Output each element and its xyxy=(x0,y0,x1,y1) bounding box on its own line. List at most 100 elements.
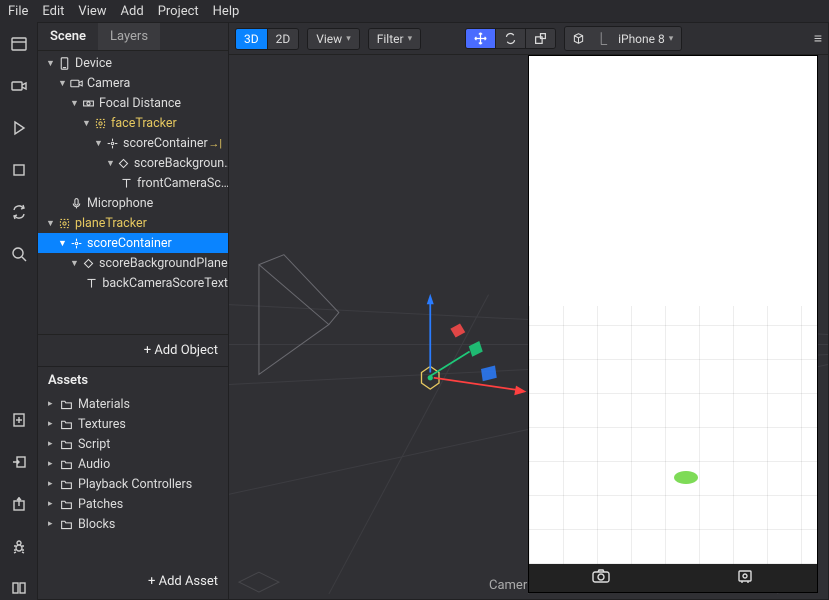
expand-toggle[interactable]: ▼ xyxy=(46,218,55,229)
export-icon[interactable] xyxy=(11,496,27,516)
filter-dropdown[interactable]: Filter ▾ xyxy=(369,29,420,49)
tree-label: scoreContainer xyxy=(87,236,172,251)
layout-icon[interactable] xyxy=(11,36,27,56)
tree-label: Microphone xyxy=(87,196,153,211)
assets-panel: Assets ▸Materials▸Textures▸Script▸Audio▸… xyxy=(38,366,228,599)
add-file-icon[interactable] xyxy=(11,412,27,432)
tree-row[interactable]: ▼Camera xyxy=(38,73,228,93)
asset-label: Materials xyxy=(78,397,130,412)
menu-item[interactable]: Help xyxy=(213,4,240,19)
tree-row[interactable]: ▼scoreBackgroun… xyxy=(38,153,228,173)
asset-row[interactable]: ▸Playback Controllers xyxy=(38,474,228,494)
expand-toggle[interactable]: ▼ xyxy=(46,58,55,69)
tree-row[interactable]: ▼ faceTracker xyxy=(38,113,228,133)
scale-tool-button[interactable] xyxy=(526,29,555,48)
tree-row[interactable]: backCameraScoreText xyxy=(38,273,228,293)
tree-label: backCameraScoreText xyxy=(102,276,228,291)
focal-icon xyxy=(81,97,95,110)
tree-label: Device xyxy=(75,56,112,71)
viewport-toolbar: 3D 2D View ▾ Filter ▾ ⎿ iPhone 8 ▾ ≡ xyxy=(229,23,828,55)
view-dropdown[interactable]: View ▾ xyxy=(308,29,358,49)
loop-icon[interactable] xyxy=(11,204,27,224)
expand-toggle[interactable]: ▼ xyxy=(58,238,67,249)
folder-icon xyxy=(60,518,74,531)
folder-icon xyxy=(60,478,74,491)
tree-row[interactable]: Microphone xyxy=(38,193,228,213)
mode-3d-button[interactable]: 3D xyxy=(236,29,268,49)
null-icon xyxy=(69,237,83,250)
library-icon[interactable] xyxy=(11,580,27,600)
menu-item[interactable]: File xyxy=(8,4,28,19)
asset-label: Patches xyxy=(78,497,123,512)
expand-toggle[interactable]: ▼ xyxy=(70,98,79,109)
text-icon xyxy=(120,177,133,190)
expand-toggle[interactable]: ▼ xyxy=(106,158,115,169)
viewport-menu-icon[interactable]: ≡ xyxy=(814,30,822,47)
asset-row[interactable]: ▸ Patches xyxy=(38,494,228,514)
record-icon[interactable] xyxy=(736,569,754,587)
rotate-tool-button[interactable] xyxy=(496,29,526,48)
menu-item[interactable]: Edit xyxy=(42,4,64,19)
mode-2d-button[interactable]: 2D xyxy=(268,29,299,49)
device-preview[interactable] xyxy=(528,55,818,593)
scene-tabs: Scene Layers xyxy=(38,23,228,51)
folder-icon xyxy=(60,458,74,471)
tree-row[interactable]: ▼ Device xyxy=(38,53,228,73)
mic-icon xyxy=(69,197,83,210)
tree-label: scoreContainer xyxy=(123,136,208,151)
transform-gizmo[interactable] xyxy=(404,285,544,429)
tree-row[interactable]: ▼ scoreContainer xyxy=(38,233,228,253)
expand-toggle[interactable]: ▼ xyxy=(82,118,91,129)
viewport-canvas[interactable]: Camer xyxy=(229,55,828,599)
tree-row[interactable]: ▼ planeTracker xyxy=(38,213,228,233)
tree-label: planeTracker xyxy=(75,216,147,231)
move-tool-button[interactable] xyxy=(466,29,496,48)
bug-icon[interactable] xyxy=(11,538,27,558)
tree-row[interactable]: ▼ Focal Distance xyxy=(38,93,228,113)
menu-item[interactable]: Project xyxy=(158,4,199,19)
expand-toggle[interactable]: ▸ xyxy=(48,519,56,529)
expand-toggle[interactable]: ▸ xyxy=(48,479,56,489)
asset-row[interactable]: ▸ Materials xyxy=(38,394,228,414)
tree-row[interactable]: frontCameraSc… xyxy=(38,173,228,193)
tree-row[interactable]: ▼ scoreContainer→| xyxy=(38,133,228,153)
expand-toggle[interactable]: ▸ xyxy=(48,419,56,429)
camera-icon xyxy=(69,77,83,90)
play-icon[interactable] xyxy=(11,120,27,140)
tab-layers[interactable]: Layers xyxy=(98,23,160,50)
expand-toggle[interactable]: ▸ xyxy=(48,399,56,409)
stop-icon[interactable] xyxy=(11,162,27,182)
import-icon[interactable] xyxy=(11,454,27,474)
asset-row[interactable]: ▸Blocks xyxy=(38,514,228,534)
folder-icon xyxy=(60,398,74,411)
search-icon[interactable] xyxy=(11,246,27,266)
asset-row[interactable]: ▸Script xyxy=(38,434,228,454)
expand-toggle[interactable]: ▼ xyxy=(70,258,79,269)
menu-item[interactable]: View xyxy=(78,4,106,19)
tab-scene[interactable]: Scene xyxy=(38,23,98,50)
null-icon xyxy=(105,137,119,150)
tree-row[interactable]: ▼scoreBackgroundPlane xyxy=(38,253,228,273)
add-object-button[interactable]: + Add Object xyxy=(38,334,228,366)
link-icon[interactable]: →| xyxy=(208,137,222,150)
capture-icon[interactable] xyxy=(592,569,610,587)
expand-toggle[interactable]: ▸ xyxy=(48,459,56,469)
expand-toggle[interactable]: ▼ xyxy=(94,138,103,149)
device-dropdown[interactable]: ⎿ iPhone 8 ▾ xyxy=(565,27,681,50)
camera-icon[interactable] xyxy=(11,78,27,98)
asset-row[interactable]: ▸ Textures xyxy=(38,414,228,434)
menu-item[interactable]: Add xyxy=(121,4,144,19)
expand-toggle[interactable]: ▸ xyxy=(48,499,56,509)
asset-label: Textures xyxy=(78,417,126,432)
tree-label: frontCameraSc… xyxy=(137,176,228,191)
preview-marker xyxy=(674,471,698,484)
expand-toggle[interactable]: ▸ xyxy=(48,439,56,449)
add-asset-button[interactable]: + Add Asset xyxy=(38,564,228,599)
expand-toggle[interactable]: ▼ xyxy=(58,78,67,89)
tree-label: faceTracker xyxy=(111,116,177,131)
asset-label: Audio xyxy=(78,457,110,472)
tree-label: Focal Distance xyxy=(99,96,181,111)
asset-row[interactable]: ▸ Audio xyxy=(38,454,228,474)
viewport: 3D 2D View ▾ Filter ▾ ⎿ iPhone 8 ▾ ≡ xyxy=(229,22,829,600)
folder-icon xyxy=(60,418,74,431)
